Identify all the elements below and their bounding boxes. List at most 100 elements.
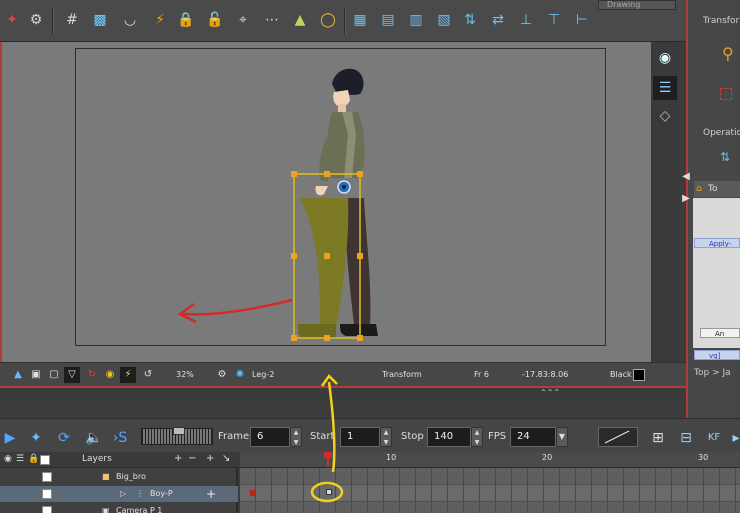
character-illustration [177, 68, 378, 341]
left-arrow-icon[interactable]: ◀ [681, 170, 691, 184]
layer-row-camera[interactable]: ▣ Camera P 1 [0, 503, 238, 513]
visibility-toggle-icon[interactable]: ◉ [4, 454, 12, 464]
layers-stack-icon[interactable]: ☰ [653, 76, 677, 100]
zoom-level[interactable]: 32% [176, 370, 194, 379]
add-peg-button[interactable]: + [206, 453, 214, 464]
align-top-icon[interactable]: ⊤ [544, 10, 564, 30]
node-apply[interactable]: Apply- [694, 238, 740, 248]
camera-icon[interactable]: ▲ [10, 367, 26, 383]
remove-layer-button[interactable]: − [188, 453, 196, 464]
more-tools-icon[interactable]: ▸ [726, 428, 740, 448]
stop-label: Stop [401, 431, 424, 442]
lock-icon[interactable]: ◉ [102, 367, 118, 383]
fps-dropdown[interactable]: ▼ [556, 427, 568, 447]
keyframe-marker[interactable] [250, 490, 256, 496]
color-wheel-icon[interactable]: ✺ [232, 367, 248, 383]
frame-stepper[interactable]: ▲ ▼ [290, 427, 302, 447]
current-color-swatch[interactable] [633, 369, 645, 381]
start-field[interactable]: 1 [340, 427, 380, 447]
node-second[interactable]: An [700, 328, 740, 338]
rotate-icon[interactable]: ↻ [84, 367, 100, 383]
layer-checkbox[interactable] [42, 472, 52, 482]
breadcrumb-separator: > [712, 368, 720, 378]
center-icon[interactable]: ▧ [434, 10, 454, 30]
dotted-line-icon[interactable]: ⋯ [262, 10, 282, 30]
eye-icon[interactable]: ◉ [653, 46, 677, 70]
pocket-watch-icon[interactable]: ◯ [318, 10, 338, 30]
bone-icon[interactable]: ⚡ [150, 10, 170, 30]
timeline-area[interactable]: 10 20 30 [240, 452, 740, 513]
lock-icon[interactable]: 🔒 [176, 10, 196, 30]
delete-keyframe-icon[interactable]: ⊟ [676, 428, 696, 448]
node-view-canvas[interactable] [693, 198, 740, 348]
distribute-icon[interactable]: ▦ [350, 10, 370, 30]
align-icon[interactable]: ▤ [378, 10, 398, 30]
layer-row-boy-p[interactable]: ▷ ⋮ Boy-P + [0, 486, 238, 502]
right-arrow-icon[interactable]: ▶ [681, 192, 691, 206]
breadcrumb-next[interactable]: Ja [722, 368, 730, 378]
add-layer-button[interactable]: + [174, 453, 182, 464]
tick-label-10: 10 [386, 453, 397, 462]
playback-speed-slider[interactable] [141, 427, 213, 445]
lightning-icon[interactable]: ⚡ [120, 367, 136, 383]
lock-plus-icon[interactable]: 🔓 [205, 10, 225, 30]
select-all-checkbox[interactable] [40, 455, 50, 465]
node-view-tab[interactable]: ⌂ To [694, 181, 740, 197]
camera-mask-icon[interactable]: ▩ [90, 10, 110, 30]
align-side-icon[interactable]: ⊢ [572, 10, 592, 30]
flip-horizontal-icon[interactable]: ⇄ [488, 10, 508, 30]
grid-icon[interactable]: # [62, 10, 82, 30]
transform-panel-label: Transfor [703, 16, 740, 26]
layer-checkbox[interactable] [42, 489, 52, 499]
gear-icon[interactable]: ⚙ [214, 367, 230, 383]
layers-panel: ◉ ☰ 🔒 Layers + − + ↘ ■ Big_bro ▷ ⋮ Boy-P… [0, 452, 238, 513]
camera-view[interactable] [0, 42, 651, 362]
diamond-icon[interactable]: ◇ [653, 104, 677, 128]
line-style-selector[interactable] [598, 427, 638, 447]
sound-scrub-button[interactable]: ›S [108, 428, 132, 448]
stop-field[interactable]: 140 [427, 427, 471, 447]
lock-icon[interactable]: 🔒 [28, 454, 39, 464]
collapse-arrows-icon[interactable]: ⌃⌃⌃ [540, 388, 560, 397]
settings-gear-icon[interactable]: ⚙ [26, 10, 46, 30]
add-child-icon[interactable]: + [206, 486, 216, 502]
expand-arrow-icon[interactable]: ▷ [120, 486, 126, 502]
pivot-icon[interactable]: ▲ [290, 10, 310, 30]
keyframe-button[interactable]: KF [704, 428, 724, 448]
panel-divider[interactable]: ⌃⌃⌃ [0, 388, 740, 398]
breadcrumb-top[interactable]: Top [694, 368, 709, 378]
play-button[interactable]: ▶ [0, 428, 20, 448]
layer-row-big-bro[interactable]: ■ Big_bro [0, 469, 238, 485]
fps-field[interactable]: 24 [510, 427, 556, 447]
view-mode-icon[interactable]: ▽ [64, 367, 80, 383]
stop-stepper[interactable]: ▲ ▼ [471, 427, 483, 447]
timeline-cells[interactable] [240, 468, 740, 513]
drawing-tab[interactable]: Drawing [598, 0, 676, 10]
snap-icon[interactable]: ✦ [2, 10, 22, 30]
add-keyframe-icon[interactable]: ⊞ [648, 428, 668, 448]
layer-checkbox[interactable] [42, 506, 52, 513]
playhead-handle[interactable] [324, 452, 332, 458]
node-vg[interactable]: vg] [694, 350, 740, 360]
keyframe-marker[interactable] [326, 489, 332, 495]
transform-tool-icon[interactable]: ⚲ [722, 44, 734, 63]
timeline-ruler[interactable]: 10 20 30 [240, 452, 740, 468]
operation-icon[interactable]: ⇅ [720, 150, 730, 164]
reset-view-icon[interactable]: ↺ [140, 367, 156, 383]
onion-skin-icon[interactable]: ◡ [120, 10, 140, 30]
start-stepper[interactable]: ▲ ▼ [380, 427, 392, 447]
layer-options-button[interactable]: ↘ [222, 453, 230, 464]
play-selection-button[interactable]: ✦ [26, 428, 46, 448]
frame-field[interactable]: 6 [250, 427, 290, 447]
safe-area-icon[interactable]: ▣ [28, 367, 44, 383]
deform-icon[interactable]: ⌖ [233, 10, 253, 30]
align-alt-icon[interactable]: ▥ [406, 10, 426, 30]
flip-vertical-icon[interactable]: ⇅ [460, 10, 480, 30]
loop-button[interactable]: ⟳ [54, 428, 74, 448]
frame-icon[interactable]: ▢ [46, 367, 62, 383]
sound-button[interactable]: 🔈 [84, 428, 104, 448]
align-bottom-icon[interactable]: ⊥ [516, 10, 536, 30]
layers-stack-icon[interactable]: ☰ [16, 454, 24, 464]
transform-box-icon[interactable] [720, 88, 732, 100]
slider-knob[interactable] [173, 427, 185, 435]
